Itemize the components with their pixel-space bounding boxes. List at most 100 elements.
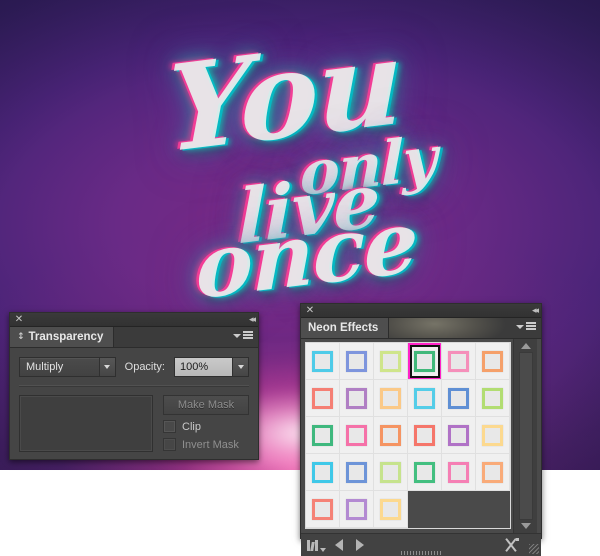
symbol-swatch[interactable] [408, 454, 442, 491]
neon-frame-thumbnail [346, 387, 367, 409]
collapse-panel-icon[interactable]: ◂◂ [532, 306, 539, 316]
footer-left-tools [307, 539, 364, 552]
symbol-swatch[interactable] [306, 417, 340, 454]
invert-mask-checkbox[interactable] [163, 438, 176, 451]
neon-frame-thumbnail [482, 387, 503, 409]
symbol-swatch[interactable] [340, 454, 374, 491]
neon-effects-footer [301, 533, 541, 556]
previous-symbol-icon[interactable] [335, 539, 343, 551]
transparency-body: Multiply Opacity: 100% Make Mask Clip In… [10, 348, 258, 460]
break-link-to-symbol-icon[interactable] [503, 538, 519, 552]
symbol-swatch[interactable] [306, 454, 340, 491]
close-icon[interactable]: ✕ [14, 314, 24, 325]
tab-neon-effects[interactable]: Neon Effects [301, 318, 390, 338]
neon-frame-thumbnail [312, 424, 333, 446]
blend-mode-caret[interactable] [98, 358, 115, 376]
symbol-swatch[interactable] [340, 491, 374, 528]
symbol-swatch[interactable] [442, 454, 476, 491]
opacity-label: Opacity: [124, 361, 165, 373]
neon-frame-thumbnail [346, 350, 367, 372]
symbol-swatch[interactable] [374, 491, 408, 528]
symbol-swatch[interactable] [408, 417, 442, 454]
chevron-down-icon [237, 365, 244, 369]
object-thumbnail-box[interactable] [19, 395, 153, 452]
scroll-down-icon[interactable] [520, 523, 531, 529]
symbol-swatch[interactable] [476, 343, 510, 380]
neon-frame-thumbnail [380, 461, 401, 483]
panel-menu-button[interactable] [516, 322, 536, 330]
symbol-swatch[interactable] [306, 380, 340, 417]
mask-controls: Make Mask Clip Invert Mask [163, 395, 249, 451]
panel-drag-grip[interactable] [401, 551, 441, 555]
scroll-up-icon[interactable] [520, 343, 531, 349]
symbol-swatch[interactable] [374, 417, 408, 454]
blend-mode-dropdown[interactable]: Multiply [19, 357, 116, 377]
hamburger-icon [526, 322, 536, 330]
neon-frame-thumbnail [482, 350, 503, 372]
neon-frame-thumbnail [346, 461, 367, 483]
neon-frame-thumbnail [482, 461, 503, 483]
symbol-swatch[interactable] [306, 491, 340, 528]
close-icon[interactable]: ✕ [305, 305, 315, 316]
invert-mask-label: Invert Mask [182, 438, 239, 451]
updown-arrows-icon: ↕ [17, 331, 25, 342]
symbol-swatch[interactable] [340, 417, 374, 454]
neon-frame-thumbnail [448, 461, 469, 483]
blend-opacity-row: Multiply Opacity: 100% [19, 357, 249, 377]
symbol-swatch[interactable] [442, 380, 476, 417]
selection-outline [409, 344, 440, 378]
transparency-panel: ✕ ◂◂ ↕ Transparency Multiply Opacity: 10… [9, 312, 259, 460]
opacity-dropdown-button[interactable] [232, 358, 248, 376]
neon-frame-thumbnail [312, 387, 333, 409]
clip-label: Clip [182, 420, 201, 433]
invert-mask-checkbox-row[interactable]: Invert Mask [163, 438, 249, 451]
neon-frame-thumbnail [448, 424, 469, 446]
symbol-swatch[interactable] [374, 454, 408, 491]
symbol-swatch-empty [408, 491, 442, 528]
neon-frame-thumbnail [414, 461, 435, 483]
neon-frame-thumbnail [312, 350, 333, 372]
neon-frame-thumbnail [380, 498, 401, 520]
neon-frame-thumbnail [312, 461, 333, 483]
symbol-swatch[interactable] [306, 343, 340, 380]
neon-frame-thumbnail [346, 424, 367, 446]
divider [19, 385, 249, 387]
neon-frame-thumbnail [346, 498, 367, 520]
symbol-swatch[interactable] [442, 417, 476, 454]
neon-frame-thumbnail [448, 387, 469, 409]
neon-frame-thumbnail [380, 387, 401, 409]
neon-frame-thumbnail [414, 350, 435, 372]
neon-effects-panel: ✕ ◂◂ Neon Effects [300, 303, 542, 556]
symbol-swatch[interactable] [374, 380, 408, 417]
resize-grip[interactable] [529, 544, 539, 554]
make-mask-button[interactable]: Make Mask [163, 395, 249, 415]
next-symbol-icon[interactable] [356, 539, 364, 551]
symbol-swatch-grid[interactable] [305, 342, 511, 529]
symbol-swatch-selected[interactable] [408, 343, 442, 380]
symbol-swatch[interactable] [340, 343, 374, 380]
symbol-swatch[interactable] [476, 380, 510, 417]
symbol-swatch[interactable] [442, 343, 476, 380]
clip-checkbox-row[interactable]: Clip [163, 420, 249, 433]
symbol-libraries-icon[interactable] [307, 539, 326, 552]
neon-frame-thumbnail [380, 350, 401, 372]
tab-transparency[interactable]: ↕ Transparency [10, 327, 115, 347]
screenshot-root: You only live once ✕ ◂◂ ↕ Transparency M… [0, 0, 600, 556]
collapse-panel-icon[interactable]: ◂◂ [249, 315, 256, 325]
tab-transparency-label: Transparency [28, 331, 104, 343]
symbol-swatch[interactable] [340, 380, 374, 417]
opacity-input[interactable]: 100% [175, 358, 232, 376]
opacity-field[interactable]: 100% [174, 357, 249, 377]
chevron-down-icon [104, 365, 111, 369]
panel-menu-button[interactable] [233, 331, 253, 339]
symbol-swatch[interactable] [476, 454, 510, 491]
blend-mode-value: Multiply [26, 361, 64, 373]
symbol-swatch[interactable] [476, 417, 510, 454]
symbol-swatch[interactable] [408, 380, 442, 417]
neon-frame-thumbnail [448, 350, 469, 372]
hamburger-icon [243, 331, 253, 339]
scrollbar-track[interactable] [518, 352, 533, 520]
symbol-swatch[interactable] [374, 343, 408, 380]
clip-checkbox[interactable] [163, 420, 176, 433]
panel-scrollbar[interactable] [513, 339, 537, 533]
